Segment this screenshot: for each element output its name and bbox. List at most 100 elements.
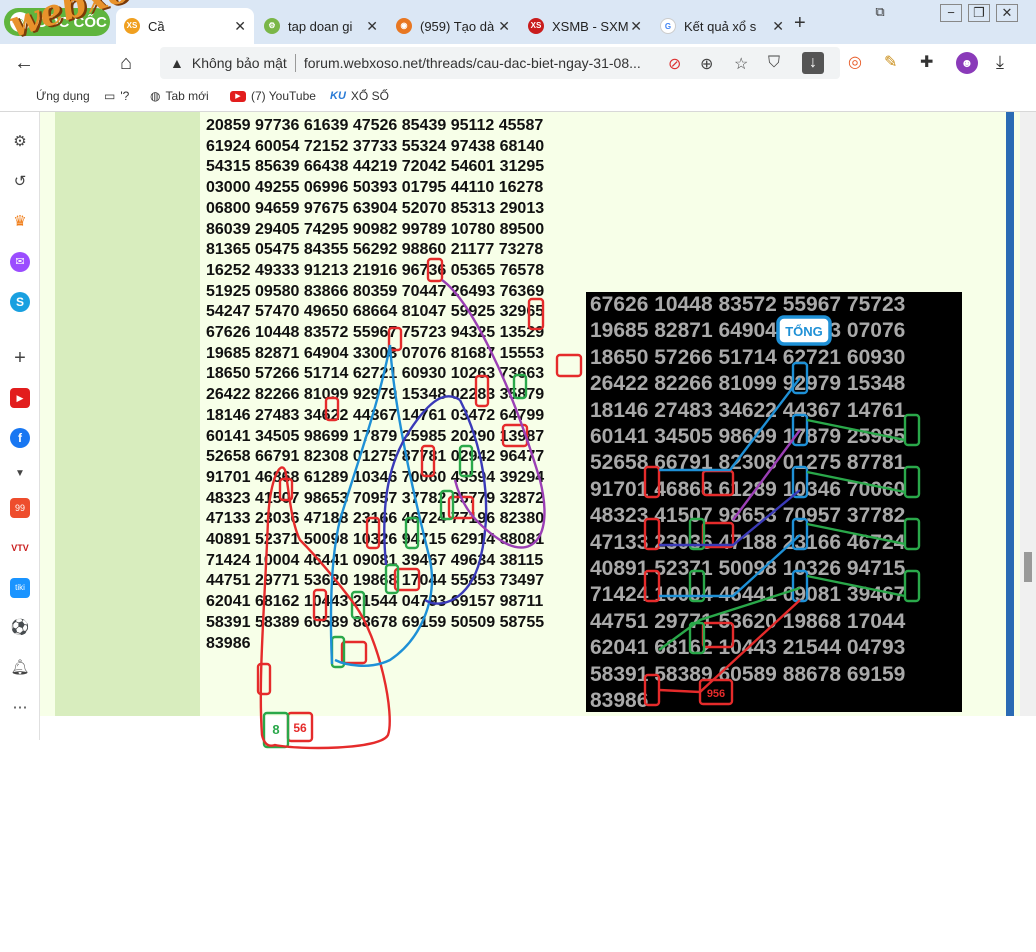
- bookmarks-bar: Ứng dụng ▭ '? ◍ Tab mới ▶ (7) YouTube KU…: [0, 82, 1036, 112]
- vtv-icon[interactable]: VTV: [10, 538, 30, 558]
- chart-row: 60141 34505 98699 17879 25985: [590, 425, 906, 449]
- number-row: 51925 09580 83866 80359 70447 26493 7636…: [206, 282, 545, 300]
- chart-row: 47133 23036 47188 23166 46724: [590, 530, 906, 554]
- globe-icon: ◍: [150, 89, 161, 103]
- number-row: 54247 57470 49650 68664 81047 59925 3296…: [206, 303, 545, 321]
- home-icon[interactable]: ⌂: [120, 52, 132, 75]
- close-tab-icon[interactable]: ✕: [630, 18, 642, 35]
- scrollbar[interactable]: [1020, 112, 1036, 716]
- close-tab-icon[interactable]: ✕: [234, 18, 246, 35]
- chart-row: 44751 29771 53620 19868 17044: [590, 609, 906, 633]
- pencil-icon[interactable]: ✎: [884, 52, 897, 72]
- blocked-icon[interactable]: ⊘: [668, 54, 681, 74]
- download-icon[interactable]: ⤓: [996, 52, 1004, 73]
- close-tab-icon[interactable]: ✕: [772, 18, 784, 35]
- bookmark-youtube[interactable]: ▶ (7) YouTube: [230, 89, 316, 103]
- number-row: 71424 10004 46441 09081 39467 49634 3811…: [206, 551, 544, 569]
- minimize-button[interactable]: −: [940, 4, 962, 22]
- chart-row: 83986: [590, 689, 649, 712]
- close-window-button[interactable]: ✕: [996, 4, 1018, 22]
- chart-number-grid: 67626 10448 83572 55967 75723 19685 82871…: [590, 292, 905, 712]
- tab-title: (959) Tạo dà: [420, 18, 495, 34]
- tab-search-icon[interactable]: ⧉: [870, 4, 890, 22]
- chevron-down-icon[interactable]: ▼: [10, 464, 30, 484]
- bookmark-apps[interactable]: Ứng dụng: [36, 89, 90, 103]
- bookmark-label: Ứng dụng: [36, 89, 90, 103]
- chart-row: 19685 82871 64904 33003 07076: [590, 319, 906, 343]
- history-icon[interactable]: ↺: [10, 172, 30, 192]
- close-tab-icon[interactable]: ✕: [366, 18, 378, 35]
- chart-row: 71424 10004 46441 09081 39467: [590, 583, 906, 607]
- number-row: 40891 52371 50098 10326 94715 62914 8808…: [206, 531, 545, 549]
- star-icon[interactable]: ☆: [734, 54, 748, 74]
- post-user-column: [55, 112, 200, 716]
- google-favicon-icon: G: [660, 18, 676, 34]
- warning-icon: ▲: [170, 55, 184, 71]
- number-row: 18650 57266 51714 62721 60930 10263 7366…: [206, 365, 545, 383]
- number-row: 16252 49333 91213 21916 96736 05365 7657…: [206, 261, 545, 279]
- back-arrow-icon[interactable]: ←: [14, 52, 34, 75]
- messenger-icon[interactable]: ✉: [10, 252, 30, 272]
- browser-window: ☺ CỐC CỐC XS Cầ ✕ ⚙ tap doan gi ✕ ◉ (959…: [0, 0, 1036, 740]
- number-row: 52658 66791 82308 01275 87781 02942 9647…: [206, 448, 545, 466]
- extensions-icon[interactable]: ✚: [920, 52, 933, 72]
- facebook-icon[interactable]: f: [10, 428, 30, 448]
- tab-tap-doan[interactable]: ⚙ tap doan gi ✕: [256, 8, 386, 44]
- zoom-icon[interactable]: ⊕: [700, 54, 713, 74]
- number-row: 60141 34505 98699 17879 25985 20290 1398…: [206, 427, 545, 445]
- security-label: Không bảo mật: [191, 55, 287, 71]
- notification-bell-icon[interactable]: 🔔︎: [10, 658, 30, 678]
- scroll-thumb[interactable]: [1024, 552, 1032, 582]
- firefox-favicon-icon: ◉: [396, 18, 412, 34]
- chart-row: 40891 52371 50098 10326 94715: [590, 557, 906, 581]
- tab-active[interactable]: XS Cầ ✕: [116, 8, 254, 44]
- ku-icon: KU: [330, 90, 346, 102]
- number-row: 91701 46868 61289 10346 70060 43594 3929…: [206, 468, 545, 486]
- shield-icon[interactable]: ⛉: [768, 54, 780, 72]
- chart-row: 18146 27483 34622 44367 14761: [590, 398, 906, 422]
- number-row: 20859 97736 61639 47526 85439 95112 4558…: [206, 117, 544, 134]
- xs-favicon-icon: XS: [124, 18, 140, 34]
- coccoc-extension-icon[interactable]: ◎: [848, 52, 862, 72]
- download-page-icon[interactable]: ↓: [802, 52, 824, 74]
- bookmark-xoso[interactable]: KU XỔ SỐ: [330, 89, 389, 103]
- bookmark-folder[interactable]: ▭ '?: [104, 89, 129, 103]
- close-tab-icon[interactable]: ✕: [498, 18, 510, 35]
- new-tab-button[interactable]: +: [794, 12, 806, 35]
- number-row: 06800 94659 97675 63904 52070 85313 2901…: [206, 199, 545, 217]
- page-border-strip: [1006, 112, 1014, 716]
- youtube-icon: ▶: [230, 90, 246, 102]
- profile-avatar-icon[interactable]: ☻: [956, 52, 978, 74]
- settings-gear-icon[interactable]: ⚙: [10, 132, 30, 152]
- tab-xsmb[interactable]: XS XSMB - SXM ✕: [520, 8, 650, 44]
- bookmark-label: (7) YouTube: [251, 89, 316, 103]
- number-row: 47133 23036 47188 23166 46724 77196 8238…: [206, 510, 545, 528]
- tab-ket-qua[interactable]: G Kết quả xổ s ✕: [652, 8, 792, 44]
- football-icon[interactable]: ⚽: [10, 618, 30, 638]
- tab-bar: ☺ CỐC CỐC XS Cầ ✕ ⚙ tap doan gi ✕ ◉ (959…: [0, 0, 1036, 44]
- more-icon[interactable]: ⋯: [10, 698, 30, 718]
- tab-title: tap doan gi: [288, 18, 353, 34]
- tab-youtube[interactable]: ◉ (959) Tạo dà ✕: [388, 8, 518, 44]
- bookmark-label: Tab mới: [165, 89, 209, 103]
- shopee-icon[interactable]: 99: [10, 498, 30, 518]
- address-bar-row: ← ⌂ ▲ Không bảo mật forum.webxoso.net/th…: [0, 44, 1036, 82]
- url-text[interactable]: forum.webxoso.net/threads/cau-dac-biet-n…: [304, 55, 641, 71]
- omnibox-divider: [294, 54, 296, 72]
- xs-red-favicon-icon: XS: [528, 18, 544, 34]
- omnibox[interactable]: ▲ Không bảo mật forum.webxoso.net/thread…: [160, 47, 840, 79]
- chart-row: 18650 57266 51714 62721 60930: [590, 345, 906, 369]
- number-row: 19685 82871 64904 33003 07076 81687 1555…: [206, 344, 545, 362]
- skype-icon[interactable]: S: [10, 292, 30, 312]
- number-row: 61924 60054 72152 37733 55324 97438 6814…: [206, 137, 545, 155]
- youtube-icon[interactable]: ▶: [10, 388, 30, 408]
- number-row: 48323 41507 98653 70957 37782 05779 3287…: [206, 489, 545, 507]
- restore-button[interactable]: ❐: [968, 4, 990, 22]
- bookmark-new-tab[interactable]: ◍ Tab mới: [150, 89, 209, 103]
- chart-row: 48323 41507 98653 70957 37782: [590, 504, 906, 528]
- add-icon[interactable]: +: [10, 348, 30, 368]
- chart-row: 26422 82266 81099 92979 15348: [590, 372, 906, 396]
- crown-icon[interactable]: ♛: [10, 212, 30, 232]
- result-number-list: 20859 97736 61639 47526 85439 95112 4558…: [206, 116, 544, 654]
- tiki-icon[interactable]: tiki: [10, 578, 30, 598]
